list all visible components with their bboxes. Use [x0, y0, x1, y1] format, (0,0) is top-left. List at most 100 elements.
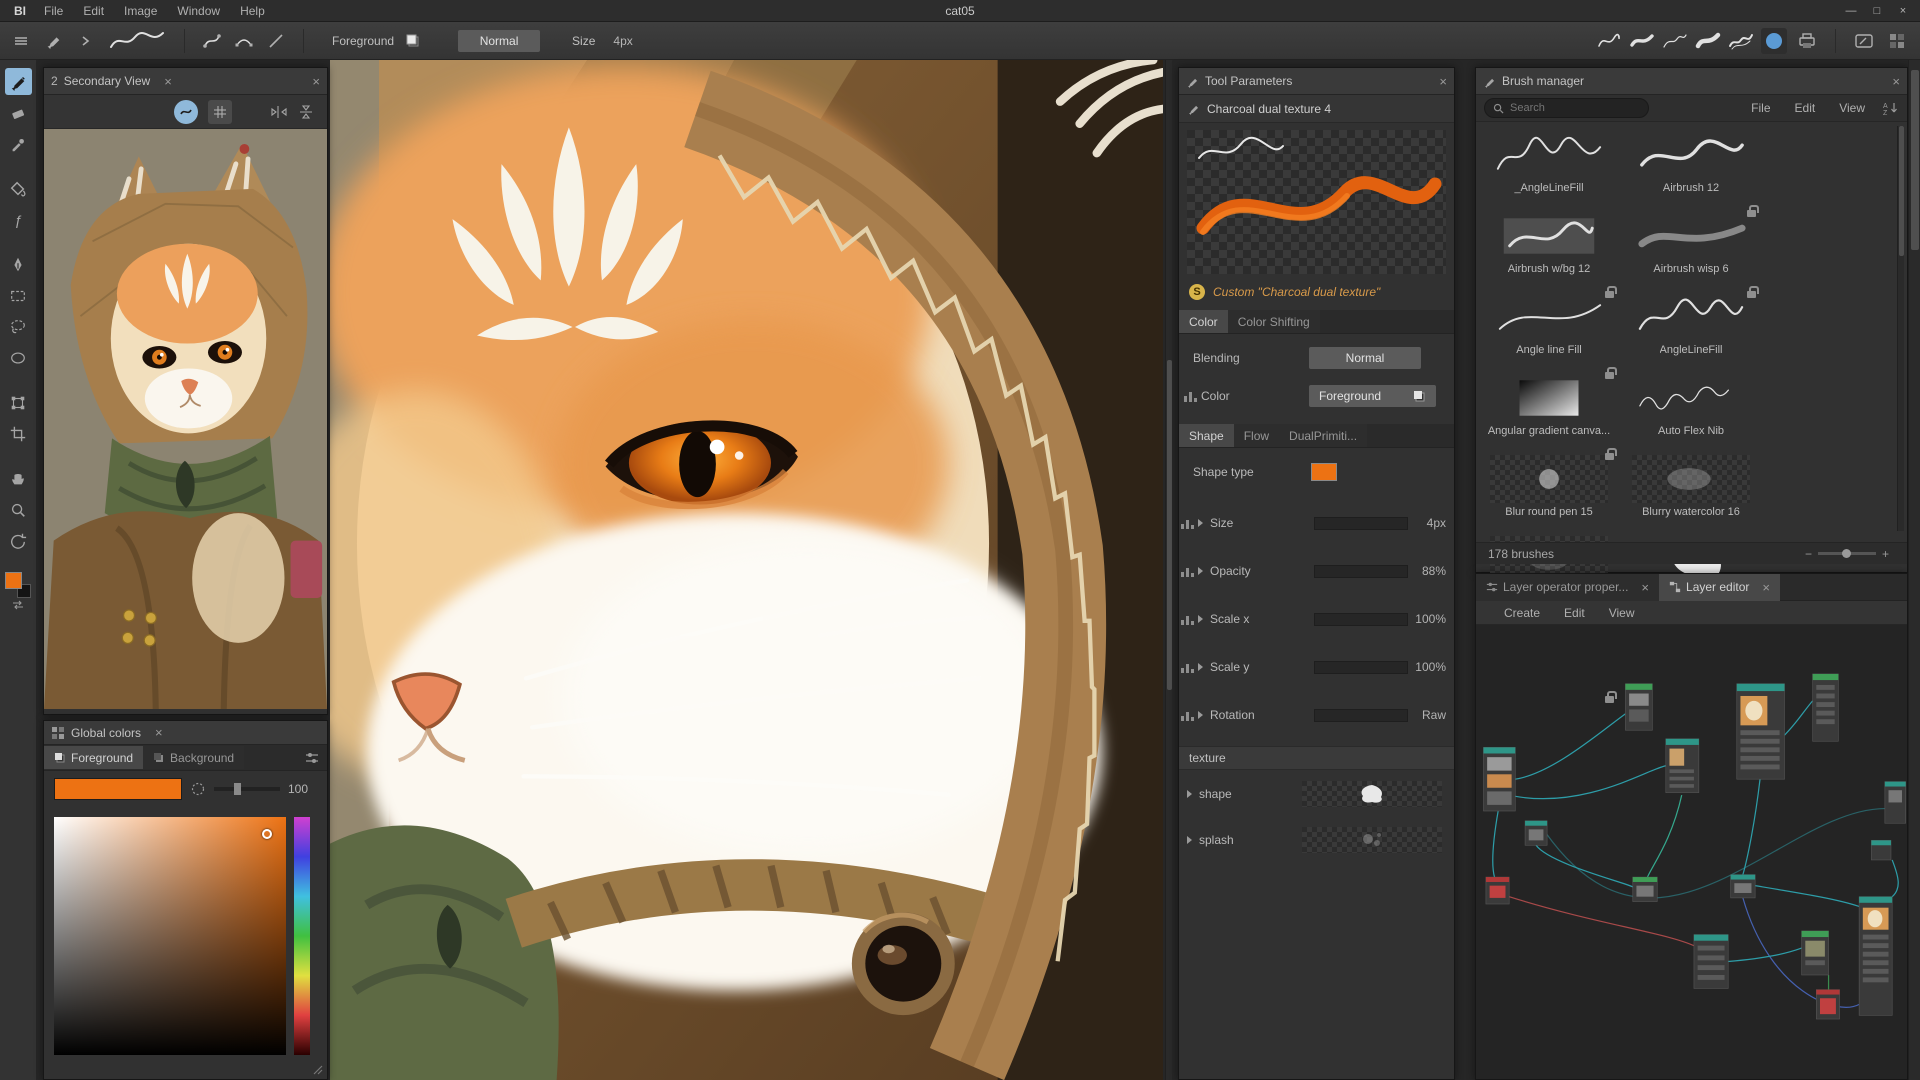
nib-pen-tool[interactable]	[5, 251, 32, 278]
ellipse-select-tool[interactable]	[5, 344, 32, 371]
menu-image[interactable]: Image	[114, 0, 167, 22]
brush-tool[interactable]	[5, 68, 32, 95]
brush-preset-3-icon[interactable]	[1662, 28, 1688, 54]
rect-select-tool[interactable]	[5, 282, 32, 309]
param-slider[interactable]	[1314, 709, 1408, 722]
view-grid-icon[interactable]	[208, 100, 232, 124]
view-sync-icon[interactable]	[174, 100, 198, 124]
expand-chevron-icon[interactable]	[1198, 567, 1203, 575]
brush-preset-4-icon[interactable]	[1695, 28, 1721, 54]
channel-mixer-icon[interactable]	[1184, 390, 1197, 402]
brush-item[interactable]: Blurry watercolor 16	[1620, 450, 1762, 531]
param-mixer-icon[interactable]	[1181, 565, 1194, 577]
hand-tool[interactable]	[5, 465, 32, 492]
secondary-view-image[interactable]	[44, 129, 327, 709]
texture-splash-thumbnail[interactable]	[1302, 827, 1442, 853]
expand-chevron-icon[interactable]	[1198, 519, 1203, 527]
expand-chevron-icon[interactable]	[1198, 711, 1203, 719]
straight-line-icon[interactable]	[263, 28, 289, 54]
brush-item[interactable]: Angular gradient canva...	[1478, 369, 1620, 450]
panel-close-icon[interactable]: ×	[155, 726, 163, 739]
panel-close-icon[interactable]: ×	[1892, 75, 1900, 88]
saturation-value-picker[interactable]	[54, 817, 286, 1055]
brush-item[interactable]: _AngleLineFill	[1478, 126, 1620, 207]
brush-preset-1-icon[interactable]	[1596, 28, 1622, 54]
tab-color[interactable]: Color	[1179, 310, 1228, 333]
eyedropper-tool[interactable]	[5, 130, 32, 157]
thumb-size-slider[interactable]	[1818, 552, 1876, 555]
fill-bucket-tool[interactable]	[5, 175, 32, 202]
brush-item[interactable]: Airbrush w/bg 12	[1478, 207, 1620, 288]
hue-slider[interactable]	[294, 817, 310, 1055]
transform-tool[interactable]	[5, 389, 32, 416]
foreground-color-swatch[interactable]	[5, 572, 22, 589]
brush-item[interactable]: Blur round pen 15	[1478, 450, 1620, 531]
workspace-grid-icon[interactable]	[1884, 28, 1910, 54]
pencil-tool-icon[interactable]	[40, 28, 66, 54]
param-slider[interactable]	[1314, 517, 1408, 530]
brush-menu-file[interactable]: File	[1739, 95, 1782, 121]
menu-window[interactable]: Window	[167, 0, 230, 22]
size-value[interactable]: 4px	[613, 34, 632, 48]
global-colors-header[interactable]: Global colors ×	[44, 721, 327, 745]
function-tool[interactable]: ƒ	[5, 206, 32, 233]
minimize-button[interactable]: —	[1838, 0, 1864, 22]
tab-layer-editor[interactable]: Layer editor ×	[1659, 574, 1780, 601]
toolbar-menu-icon[interactable]	[8, 28, 34, 54]
tab-close-icon[interactable]: ×	[1762, 581, 1770, 594]
brush-item[interactable]: Auto Flex Nib	[1620, 369, 1762, 450]
brush-menu-view[interactable]: View	[1827, 95, 1877, 121]
brush-menu-edit[interactable]: Edit	[1783, 95, 1828, 121]
close-button[interactable]: ×	[1890, 0, 1916, 22]
tab-close-icon[interactable]: ×	[164, 75, 172, 88]
panel-close-icon[interactable]: ×	[312, 75, 320, 88]
search-input[interactable]	[1510, 102, 1630, 114]
tab-foreground[interactable]: Foreground	[44, 746, 143, 769]
expand-chevron-icon[interactable]	[1187, 790, 1192, 798]
menu-help[interactable]: Help	[230, 0, 275, 22]
brush-search[interactable]	[1484, 98, 1649, 118]
current-color-swatch[interactable]	[54, 778, 182, 800]
param-mixer-icon[interactable]	[1181, 661, 1194, 673]
tool-par-header[interactable]: Tool Parameters ×	[1179, 68, 1454, 95]
curve-nodes-icon[interactable]	[231, 28, 257, 54]
pen-tablet-icon[interactable]	[1851, 28, 1877, 54]
canvas-scrollbar[interactable]	[1165, 60, 1172, 1080]
sort-az-icon[interactable]: AZ	[1883, 101, 1899, 115]
brush-manager-header[interactable]: Brush manager ×	[1476, 68, 1907, 95]
stroke-smoothing-icon[interactable]	[199, 28, 225, 54]
node-graph[interactable]	[1476, 625, 1907, 1079]
brush-preset-2-icon[interactable]	[1629, 28, 1655, 54]
tab-close-icon[interactable]: ×	[1641, 581, 1649, 594]
brush-grid-scrollbar[interactable]	[1897, 126, 1904, 531]
eraser-tool[interactable]	[5, 99, 32, 126]
layer-menu-view[interactable]: View	[1597, 601, 1647, 624]
menu-edit[interactable]: Edit	[73, 0, 114, 22]
brush-item[interactable]: AngleLineFill	[1620, 288, 1762, 369]
expand-chevron-icon[interactable]	[1187, 836, 1192, 844]
secondary-view-header[interactable]: 2 Secondary View × ×	[44, 68, 327, 95]
layer-menu-create[interactable]: Create	[1492, 601, 1552, 624]
brush-item[interactable]: Angle line Fill	[1478, 288, 1620, 369]
expand-arrow-icon[interactable]	[72, 28, 98, 54]
brush-item[interactable]: Airbrush wisp 6	[1620, 207, 1762, 288]
tab-layer-operator[interactable]: Layer operator proper... ×	[1476, 574, 1659, 601]
color-swatches[interactable]	[5, 572, 31, 598]
brush-item[interactable]: Airbrush 12	[1620, 126, 1762, 207]
param-mixer-icon[interactable]	[1181, 517, 1194, 529]
zoom-out-button[interactable]: −	[1799, 547, 1818, 561]
param-mixer-icon[interactable]	[1181, 709, 1194, 721]
flip-horizontal-icon[interactable]	[270, 104, 288, 120]
tab-background[interactable]: Background	[143, 746, 244, 769]
tab-flow[interactable]: Flow	[1234, 424, 1279, 447]
foreground-swatch-icon[interactable]	[400, 28, 426, 54]
opacity-slider[interactable]	[214, 787, 280, 791]
flip-vertical-icon[interactable]	[298, 103, 314, 121]
crop-tool[interactable]	[5, 420, 32, 447]
ellipse-tool-icon[interactable]	[1761, 28, 1787, 54]
expand-chevron-icon[interactable]	[1198, 663, 1203, 671]
brush-preset-5-icon[interactable]	[1728, 28, 1754, 54]
tab-color-shifting[interactable]: Color Shifting	[1228, 310, 1320, 333]
lasso-select-tool[interactable]	[5, 313, 32, 340]
expand-chevron-icon[interactable]	[1198, 615, 1203, 623]
